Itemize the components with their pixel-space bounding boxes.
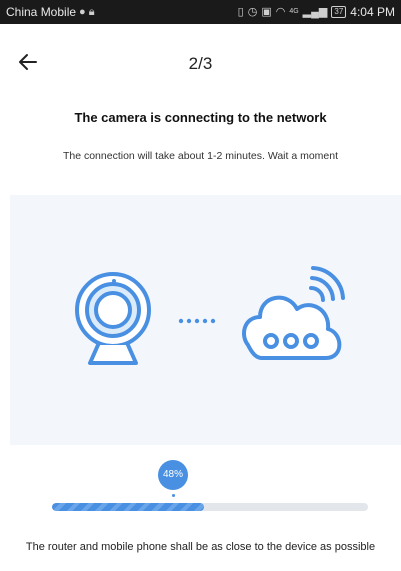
status-time: 4:04 PM bbox=[350, 5, 395, 19]
progress-pointer bbox=[172, 494, 175, 497]
cloud-icon bbox=[242, 266, 345, 360]
lock-icon: 🔒︎ bbox=[88, 6, 95, 18]
alarm-icon: ◷ bbox=[247, 6, 258, 18]
progress-fill bbox=[52, 503, 204, 511]
illustration-panel bbox=[10, 195, 401, 445]
illustration-graphic bbox=[75, 266, 345, 365]
status-left: China Mobile ● 🔒︎ bbox=[6, 5, 95, 19]
page-subtitle: The connection will take about 1-2 minut… bbox=[62, 150, 339, 162]
photo-icon: ▣ bbox=[261, 6, 272, 18]
status-bar: China Mobile ● 🔒︎ ▯ ◷ ▣ ◠ 4G ▂▄▆ 37 4:04… bbox=[0, 0, 401, 24]
wifi-icon: ◠ bbox=[275, 6, 286, 18]
page-step: 2/3 bbox=[188, 54, 213, 73]
network-type: 4G bbox=[289, 8, 299, 15]
progress-bar bbox=[52, 503, 368, 511]
wechat-icon: ● bbox=[79, 6, 86, 18]
dots-icon bbox=[178, 318, 216, 324]
vibrate-icon: ▯ bbox=[237, 6, 244, 18]
page-title: The camera is connecting to the network bbox=[74, 110, 327, 125]
camera-icon bbox=[75, 272, 151, 365]
battery-icon: 37 bbox=[331, 6, 347, 18]
signal-icon: ▂▄▆ bbox=[302, 6, 328, 18]
status-right: ▯ ◷ ▣ ◠ 4G ▂▄▆ 37 4:04 PM bbox=[238, 5, 395, 19]
header: 2/3 bbox=[0, 40, 401, 84]
carrier-label: China Mobile bbox=[6, 5, 77, 19]
progress-bubble: 48% bbox=[158, 460, 188, 490]
distance-hint: The router and mobile phone shall be as … bbox=[25, 541, 376, 553]
